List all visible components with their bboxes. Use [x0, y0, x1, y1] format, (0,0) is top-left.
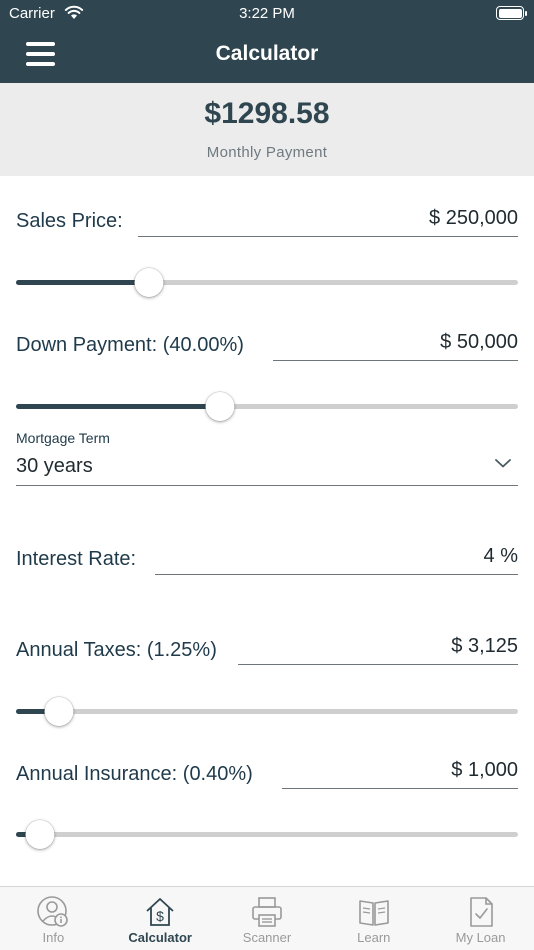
slider-track [16, 832, 518, 837]
tab-calculator[interactable]: $ Calculator [107, 887, 214, 950]
svg-text:$: $ [156, 908, 164, 924]
tab-label: Learn [357, 930, 391, 945]
tab-learn[interactable]: Learn [320, 887, 427, 950]
chevron-down-icon [494, 456, 512, 474]
monthly-payment-label: Monthly Payment [206, 144, 328, 161]
annual-taxes-value: $ 3,125 [451, 635, 518, 657]
interest-rate-label: Interest Rate: [16, 548, 137, 570]
tab-scanner[interactable]: Scanner [214, 887, 321, 950]
nav-bar: Calculator [0, 28, 534, 83]
slider-thumb[interactable] [25, 820, 55, 849]
interest-rate-input[interactable]: 4 % [155, 545, 518, 575]
sales-price-input[interactable]: $ 250,000 [138, 207, 518, 237]
monthly-payment-amount: $1298.58 [204, 97, 330, 130]
tab-label: My Loan [455, 930, 506, 945]
tab-label: Info [42, 930, 65, 945]
annual-taxes-label: Annual Taxes: (1.25%) [16, 639, 217, 661]
down-payment-label: Down Payment: (40.00%) [16, 334, 244, 356]
clock: 3:22 PM [239, 5, 295, 22]
annual-insurance-slider[interactable] [16, 819, 518, 849]
annual-insurance-label: Annual Insurance: (0.40%) [16, 763, 253, 785]
tab-label: Calculator [128, 930, 192, 945]
battery-icon [496, 6, 527, 20]
tab-bar: Info $ Calculator Scanner Learn My Loan [0, 886, 534, 950]
interest-rate-value: 4 % [483, 545, 518, 567]
sales-price-value: $ 250,000 [429, 207, 518, 229]
book-icon [358, 900, 389, 926]
mortgage-term-select[interactable]: 30 years [16, 452, 518, 486]
slider-track [16, 709, 518, 714]
slider-fill [16, 280, 149, 285]
tab-my-loan[interactable]: My Loan [427, 887, 534, 950]
down-payment-value: $ 50,000 [440, 331, 518, 353]
annual-taxes-slider[interactable] [16, 696, 518, 726]
sales-price-slider[interactable] [16, 267, 518, 297]
slider-thumb[interactable] [44, 697, 74, 726]
slider-thumb[interactable] [205, 392, 235, 421]
annual-insurance-input[interactable]: $ 1,000 [282, 759, 518, 789]
annual-insurance-value: $ 1,000 [451, 759, 518, 781]
document-check-icon [469, 897, 493, 927]
scanner-icon [252, 897, 282, 927]
down-payment-slider[interactable] [16, 391, 518, 421]
mortgage-term-value: 30 years [16, 455, 93, 477]
status-bar: Carrier 3:22 PM [0, 0, 534, 28]
slider-fill [16, 404, 220, 409]
tab-label: Scanner [242, 930, 292, 945]
house-dollar-icon: $ [146, 898, 174, 926]
sales-price-label: Sales Price: [16, 210, 123, 232]
payment-summary: $1298.58 Monthly Payment [0, 83, 534, 176]
tab-info[interactable]: Info [0, 887, 107, 950]
annual-taxes-input[interactable]: $ 3,125 [238, 635, 518, 665]
down-payment-input[interactable]: $ 50,000 [273, 331, 518, 361]
slider-thumb[interactable] [134, 268, 164, 297]
info-person-icon [37, 896, 69, 927]
page-title: Calculator [215, 42, 319, 65]
mortgage-term-label: Mortgage Term [16, 430, 110, 446]
